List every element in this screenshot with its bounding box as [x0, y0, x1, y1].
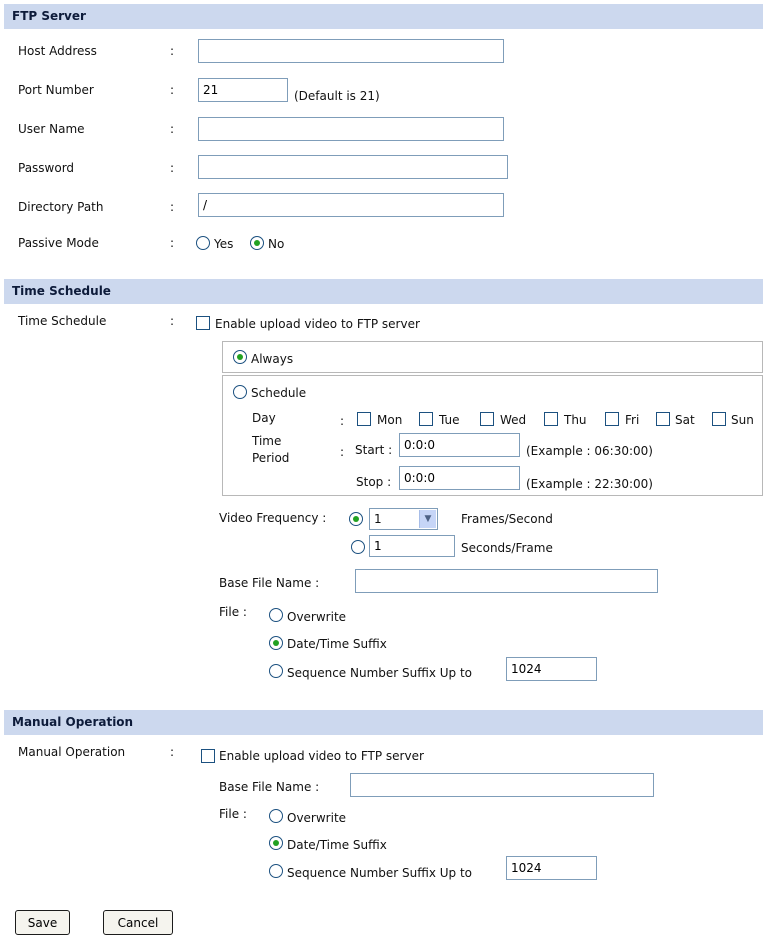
time-schedule-label: Time Schedule — [18, 314, 107, 328]
colon: : — [340, 445, 345, 459]
port-number-input[interactable] — [198, 78, 288, 102]
start-label: Start : — [355, 443, 393, 457]
day-sat-label: Sat — [675, 413, 695, 427]
time-period-label: Time — [252, 434, 282, 448]
cancel-button[interactable]: Cancel — [103, 910, 173, 935]
day-thu-checkbox[interactable] — [544, 412, 558, 426]
manual-sequence-limit-input[interactable] — [506, 856, 597, 880]
user-name-label: User Name — [18, 122, 85, 136]
manual-base-file-name-label: Base File Name : — [219, 780, 320, 794]
day-sat-checkbox[interactable] — [656, 412, 670, 426]
colon: : — [170, 83, 175, 97]
schedule-label: Schedule — [251, 386, 307, 400]
ftp-server-header: FTP Server — [4, 4, 763, 29]
always-radio[interactable] — [233, 350, 247, 364]
day-thu-label: Thu — [564, 413, 587, 427]
passive-mode-label: Passive Mode — [18, 236, 99, 250]
port-number-label: Port Number — [18, 83, 94, 97]
fps-unit-label: Frames/Second — [461, 512, 553, 526]
colon: : — [170, 236, 175, 250]
stop-label: Stop : — [356, 475, 392, 489]
directory-path-label: Directory Path — [18, 200, 104, 214]
colon: : — [170, 161, 175, 175]
manual-sequence-suffix-label: Sequence Number Suffix Up to — [287, 866, 473, 880]
colon: : — [170, 745, 175, 759]
file-label: File : — [219, 605, 247, 619]
start-example: (Example : 06:30:00) — [526, 444, 653, 458]
fps-select[interactable]: 1 ▼ — [369, 508, 438, 530]
manual-operation-header: Manual Operation — [4, 710, 763, 735]
day-sun-checkbox[interactable] — [712, 412, 726, 426]
base-file-name-input[interactable] — [355, 569, 658, 593]
time-period-label: Period — [252, 451, 290, 465]
colon: : — [170, 314, 175, 328]
colon: : — [170, 200, 175, 214]
day-fri-checkbox[interactable] — [605, 412, 619, 426]
always-label: Always — [251, 352, 294, 366]
colon: : — [170, 122, 175, 136]
sequence-suffix-label: Sequence Number Suffix Up to — [287, 666, 473, 680]
day-tue-checkbox[interactable] — [419, 412, 433, 426]
date-time-suffix-radio[interactable] — [269, 636, 283, 650]
user-name-input[interactable] — [198, 117, 504, 141]
fps-radio[interactable] — [349, 512, 363, 526]
colon: : — [170, 44, 175, 58]
day-mon-checkbox[interactable] — [357, 412, 371, 426]
host-address-input[interactable] — [198, 39, 504, 63]
password-input[interactable] — [198, 155, 508, 179]
passive-yes-radio[interactable] — [196, 236, 210, 250]
stop-time-input[interactable] — [399, 466, 520, 490]
manual-operation-label: Manual Operation — [18, 745, 126, 759]
manual-date-time-suffix-radio[interactable] — [269, 836, 283, 850]
sequence-limit-input[interactable] — [506, 657, 597, 681]
day-sun-label: Sun — [731, 413, 754, 427]
overwrite-label: Overwrite — [287, 610, 347, 624]
sequence-suffix-radio[interactable] — [269, 664, 283, 678]
base-file-name-label: Base File Name : — [219, 576, 320, 590]
time-schedule-enable-label: Enable upload video to FTP server — [215, 317, 420, 331]
day-fri-label: Fri — [625, 413, 640, 427]
manual-overwrite-radio[interactable] — [269, 809, 283, 823]
spf-radio[interactable] — [351, 540, 365, 554]
manual-file-label: File : — [219, 807, 247, 821]
manual-sequence-suffix-radio[interactable] — [269, 864, 283, 878]
schedule-radio[interactable] — [233, 385, 247, 399]
day-mon-label: Mon — [377, 413, 403, 427]
day-label: Day — [252, 411, 276, 425]
save-button[interactable]: Save — [15, 910, 70, 935]
chevron-down-icon: ▼ — [419, 510, 436, 528]
passive-no-label: No — [268, 237, 285, 251]
manual-base-file-name-input[interactable] — [350, 773, 654, 797]
manual-overwrite-label: Overwrite — [287, 811, 347, 825]
day-wed-checkbox[interactable] — [480, 412, 494, 426]
manual-enable-checkbox[interactable] — [201, 749, 215, 763]
host-address-label: Host Address — [18, 44, 97, 58]
spf-unit-label: Seconds/Frame — [461, 541, 553, 555]
manual-date-time-suffix-label: Date/Time Suffix — [287, 838, 387, 852]
fps-select-value: 1 — [374, 512, 382, 526]
spf-input[interactable] — [369, 535, 455, 557]
manual-enable-label: Enable upload video to FTP server — [219, 749, 424, 763]
day-wed-label: Wed — [500, 413, 527, 427]
video-frequency-label: Video Frequency : — [219, 511, 327, 525]
start-time-input[interactable] — [399, 433, 520, 457]
overwrite-radio[interactable] — [269, 608, 283, 622]
port-default-note: (Default is 21) — [294, 89, 380, 103]
passive-yes-label: Yes — [214, 237, 234, 251]
time-schedule-header: Time Schedule — [4, 279, 763, 304]
directory-path-input[interactable] — [198, 193, 504, 217]
password-label: Password — [18, 161, 75, 175]
stop-example: (Example : 22:30:00) — [526, 477, 653, 491]
time-schedule-enable-checkbox[interactable] — [196, 316, 210, 330]
day-tue-label: Tue — [439, 413, 460, 427]
passive-no-radio[interactable] — [250, 236, 264, 250]
always-box — [222, 341, 763, 373]
colon: : — [340, 414, 345, 428]
date-time-suffix-label: Date/Time Suffix — [287, 637, 387, 651]
